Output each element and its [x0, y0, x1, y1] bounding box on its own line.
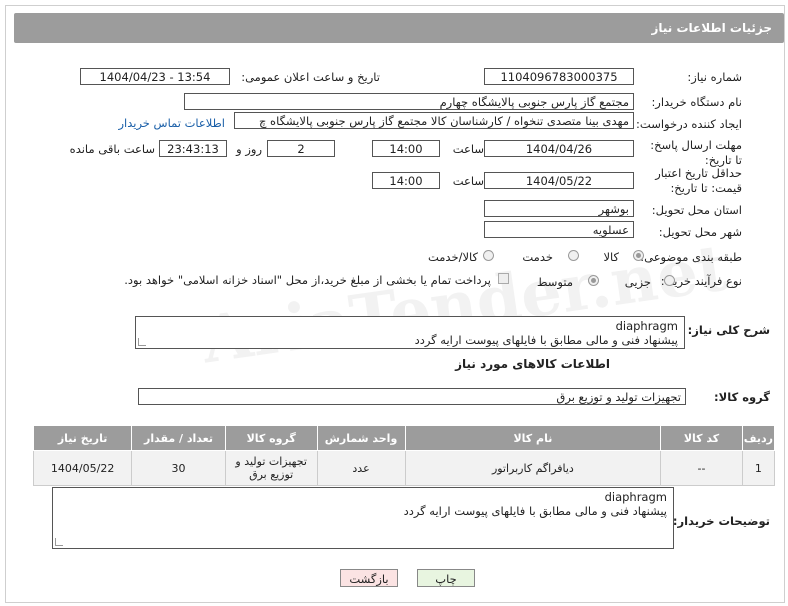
category-radio-both[interactable]	[483, 250, 494, 261]
reply-time-label: ساعت	[452, 142, 484, 156]
contact-info-link[interactable]: اطلاعات تماس خریدار	[118, 116, 225, 130]
goods-group-label: گروه کالا:	[714, 390, 770, 404]
back-button[interactable]: بازگشت	[340, 569, 398, 587]
creator-field: مهدی بینا متصدی تنخواه / کارشناسان کالا …	[234, 112, 634, 129]
treasury-payment-checkbox[interactable]	[498, 273, 509, 284]
process-option-medium: متوسط	[536, 275, 573, 289]
category-radio-goods[interactable]	[633, 250, 644, 261]
process-radio-medium[interactable]	[588, 275, 599, 286]
creator-label: ایجاد کننده درخواست:	[636, 117, 742, 131]
goods-group-field: تجهیزات تولید و توزیع برق	[138, 388, 686, 405]
category-radio-service[interactable]	[568, 250, 579, 261]
description-line2: پیشنهاد فنی و مالی مطابق با فایلهای پیوس…	[414, 333, 678, 347]
buyer-notes-label: توضیحات خریدار:	[672, 514, 770, 528]
process-option-minor: جزیی	[624, 275, 651, 289]
category-option-both: کالا/خدمت	[427, 250, 478, 264]
description-label: شرح کلی نیاز:	[687, 323, 770, 337]
buyer-org-field: مجتمع گاز پارس جنوبی پالایشگاه چهارم	[184, 93, 634, 110]
resize-grip-icon[interactable]	[55, 538, 63, 546]
remaining-time-label: ساعت باقی مانده	[69, 142, 155, 156]
buyer-notes-line1: diaphragm	[604, 490, 667, 504]
col-unit: واحد شمارش	[316, 425, 406, 451]
process-radio-minor[interactable]	[664, 275, 675, 286]
cell-code: --	[660, 450, 743, 486]
province-field: بوشهر	[484, 200, 634, 217]
description-textarea[interactable]: diaphragm پیشنهاد فنی و مالی مطابق با فا…	[135, 316, 685, 349]
city-label: شهر محل تحویل:	[658, 225, 742, 239]
reply-time-field: 14:00	[372, 140, 440, 157]
col-code: کد کالا	[660, 425, 743, 451]
resize-grip-icon[interactable]	[138, 338, 146, 346]
description-line1: diaphragm	[615, 319, 678, 333]
price-time-field: 14:00	[372, 172, 440, 189]
cell-qty: 30	[131, 450, 226, 486]
cell-unit: عدد	[316, 450, 406, 486]
col-name: نام کالا	[404, 425, 662, 451]
cell-row: 1	[741, 450, 776, 486]
announce-field: 1404/04/23 - 13:54	[80, 68, 230, 85]
price-deadline-label: حداقل تاریخ اعتبار قیمت: تا تاریخ:	[655, 166, 742, 195]
need-number-label: شماره نیاز:	[687, 70, 742, 84]
category-option-goods: کالا	[603, 250, 619, 264]
announce-label: تاریخ و ساعت اعلان عمومی:	[241, 70, 380, 84]
need-number-field: 1104096783000375	[484, 68, 634, 85]
cell-group: تجهیزات تولید و توزیع برق	[224, 450, 318, 486]
page-header: جزئیات اطلاعات نیاز	[14, 13, 784, 43]
province-label: استان محل تحویل:	[651, 203, 742, 217]
price-time-label: ساعت	[452, 174, 484, 188]
col-date: تاریخ نیاز	[32, 425, 133, 451]
treasury-payment-note: پرداخت تمام یا بخشی از مبلغ خرید،از محل …	[124, 273, 491, 287]
table-header-row: ردیف کد کالا نام کالا واحد شمارش گروه کا…	[32, 425, 776, 451]
buyer-org-label: نام دستگاه خریدار:	[651, 95, 742, 109]
days-field: 2	[267, 140, 335, 157]
days-label: روز و	[236, 142, 262, 156]
buyer-notes-line2: پیشنهاد فنی و مالی مطابق با فایلهای پیوس…	[403, 504, 667, 518]
print-button[interactable]: چاپ	[417, 569, 475, 587]
category-option-service: خدمت	[522, 250, 553, 264]
col-qty: تعداد / مقدار	[131, 425, 226, 451]
goods-table: ردیف کد کالا نام کالا واحد شمارش گروه کا…	[32, 425, 776, 486]
cell-name: دیافراگم کاربراتور	[404, 450, 662, 486]
buyer-notes-textarea[interactable]: diaphragm پیشنهاد فنی و مالی مطابق با فا…	[52, 487, 674, 549]
cell-date: 1404/05/22	[32, 450, 133, 486]
table-row: 1 -- دیافراگم کاربراتور عدد تجهیزات تولی…	[32, 450, 776, 486]
city-field: عسلویه	[484, 221, 634, 238]
page-title: جزئیات اطلاعات نیاز	[651, 21, 772, 35]
col-group: گروه کالا	[224, 425, 318, 451]
price-date-field: 1404/05/22	[484, 172, 634, 189]
goods-section-title: اطلاعات کالاهای مورد نیاز	[455, 357, 610, 371]
reply-date-field: 1404/04/26	[484, 140, 634, 157]
category-label: طبقه بندی موضوعی:	[640, 250, 742, 264]
reply-deadline-label: مهلت ارسال پاسخ: تا تاریخ:	[650, 138, 742, 167]
col-row: ردیف	[741, 425, 776, 451]
remaining-time-field: 23:43:13	[159, 140, 227, 157]
